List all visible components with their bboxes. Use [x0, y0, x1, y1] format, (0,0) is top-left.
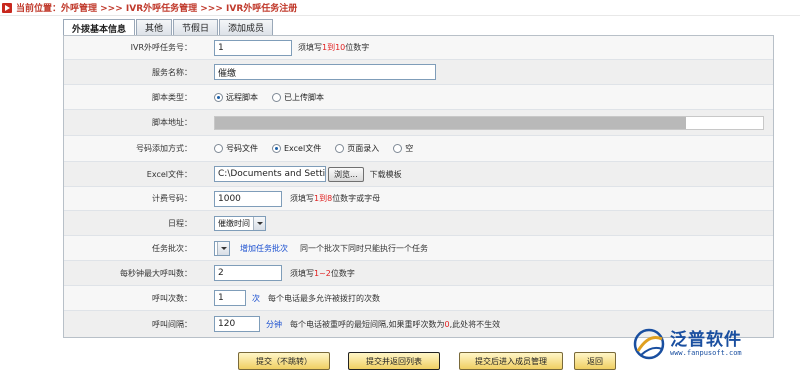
- tab-holidays[interactable]: 节假日: [173, 19, 219, 35]
- tab-bar: 外拨基本信息 其他 节假日 添加成员: [63, 19, 274, 36]
- radio-unchecked-icon: [272, 92, 281, 102]
- batch-select[interactable]: [214, 240, 230, 256]
- add-batch-link[interactable]: 增加任务批次: [240, 243, 288, 254]
- tab-add-members[interactable]: 添加成员: [219, 19, 274, 35]
- task-form: IVR外呼任务号： 1 须填写1到10位数字 服务名称： 催缴 脚本类型： 远程…: [63, 35, 774, 338]
- action-bar: 提交（不跳转） 提交并返回列表 提交后进入成员管理 返回: [0, 348, 800, 375]
- call-interval-hint: 每个电话被重呼的最短间隔,如果重呼次数为0,此处将不生效: [290, 319, 501, 329]
- radio-remote-script[interactable]: 远程脚本: [214, 92, 258, 103]
- script-url-fill: [215, 116, 687, 129]
- row-excel-file: Excel文件： C:\Documents and Setting 浏览... …: [64, 162, 773, 187]
- max-calls-input[interactable]: 2: [214, 265, 282, 281]
- billing-no-input[interactable]: 1000: [214, 190, 282, 207]
- tab-basic-info[interactable]: 外拨基本信息: [63, 19, 136, 36]
- radio-number-file[interactable]: 号码文件: [214, 143, 258, 154]
- call-interval-input[interactable]: 120: [214, 316, 260, 332]
- submit-no-redirect-button[interactable]: 提交（不跳转）: [238, 352, 330, 370]
- radio-empty[interactable]: 空: [393, 143, 413, 154]
- row-task-no: IVR外呼任务号： 1 须填写1到10位数字: [64, 36, 773, 60]
- radio-unchecked-icon: [393, 144, 403, 153]
- number-method-label: 号码添加方式：: [136, 144, 192, 153]
- billing-no-label: 计费号码：: [152, 194, 192, 203]
- script-url-label: 脚本地址：: [152, 118, 192, 127]
- schedule-label: 日程：: [168, 218, 192, 228]
- breadcrumb-text: 当前位置：外呼管理 >>> IVR外呼任务管理 >>> IVR外呼任务注册: [16, 4, 298, 14]
- service-name-input[interactable]: 催缴: [214, 64, 436, 80]
- chevron-down-icon: [217, 241, 229, 255]
- billing-no-hint: 须填写1到8位数字或字母: [290, 194, 381, 203]
- radio-checked-icon: [214, 92, 223, 102]
- row-batch: 任务批次： 增加任务批次 同一个批次下同时只能执行一个任务: [64, 236, 773, 261]
- call-count-hint: 每个电话最多允许被拨打的次数: [268, 293, 380, 303]
- row-billing-no: 计费号码： 1000 须填写1到8位数字或字母: [64, 187, 773, 211]
- call-count-unit: 次: [252, 293, 260, 303]
- arrow-right-icon: [2, 2, 12, 13]
- radio-unchecked-icon: [335, 144, 345, 153]
- script-url-input[interactable]: [214, 115, 764, 130]
- submit-return-list-button[interactable]: 提交并返回列表: [348, 352, 440, 370]
- row-script-type: 脚本类型： 远程脚本 已上传脚本: [64, 85, 773, 110]
- call-interval-unit: 分钟: [266, 319, 282, 329]
- batch-label: 任务批次：: [152, 243, 192, 253]
- back-button[interactable]: 返回: [574, 352, 616, 370]
- max-calls-label: 每秒钟最大呼叫数：: [120, 268, 192, 278]
- radio-excel-file[interactable]: Excel文件: [272, 143, 321, 154]
- browse-button[interactable]: 浏览...: [328, 166, 364, 182]
- excel-file-input[interactable]: C:\Documents and Setting: [214, 166, 326, 182]
- call-count-label: 呼叫次数：: [152, 293, 192, 303]
- row-max-calls: 每秒钟最大呼叫数： 2 须填写1~2位数字: [64, 261, 773, 286]
- batch-hint: 同一个批次下同时只能执行一个任务: [300, 243, 428, 253]
- excel-file-label: Excel文件：: [146, 169, 192, 179]
- schedule-select[interactable]: 催缴时间: [214, 215, 266, 231]
- service-name-label: 服务名称：: [152, 67, 192, 77]
- row-service-name: 服务名称： 催缴: [64, 60, 773, 85]
- radio-unchecked-icon: [214, 144, 223, 153]
- task-no-hint: 须填写1到10位数字: [298, 43, 370, 52]
- script-type-label: 脚本类型：: [152, 92, 192, 102]
- radio-checked-icon: [272, 144, 281, 153]
- radio-uploaded-script[interactable]: 已上传脚本: [272, 92, 324, 103]
- tab-other[interactable]: 其他: [136, 19, 173, 35]
- breadcrumb: 当前位置：外呼管理 >>> IVR外呼任务管理 >>> IVR外呼任务注册: [0, 0, 800, 16]
- submit-member-manage-button[interactable]: 提交后进入成员管理: [459, 352, 563, 370]
- row-number-method: 号码添加方式： 号码文件 Excel文件 页面录入 空: [64, 136, 773, 162]
- max-calls-hint: 须填写1~2位数字: [290, 268, 355, 278]
- radio-page-entry[interactable]: 页面录入: [335, 143, 379, 154]
- call-interval-label: 呼叫间隔：: [152, 319, 192, 329]
- chevron-down-icon: [253, 216, 265, 230]
- logo-name: 泛普软件: [670, 329, 742, 350]
- row-script-url: 脚本地址：: [64, 110, 773, 136]
- download-template-link[interactable]: 下载模板: [370, 169, 402, 180]
- row-schedule: 日程： 催缴时间: [64, 211, 773, 236]
- task-no-label: IVR外呼任务号：: [130, 43, 192, 52]
- call-count-input[interactable]: 1: [214, 290, 246, 306]
- task-no-input[interactable]: 1: [214, 39, 292, 56]
- row-call-count: 呼叫次数： 1 次 每个电话最多允许被拨打的次数: [64, 286, 773, 311]
